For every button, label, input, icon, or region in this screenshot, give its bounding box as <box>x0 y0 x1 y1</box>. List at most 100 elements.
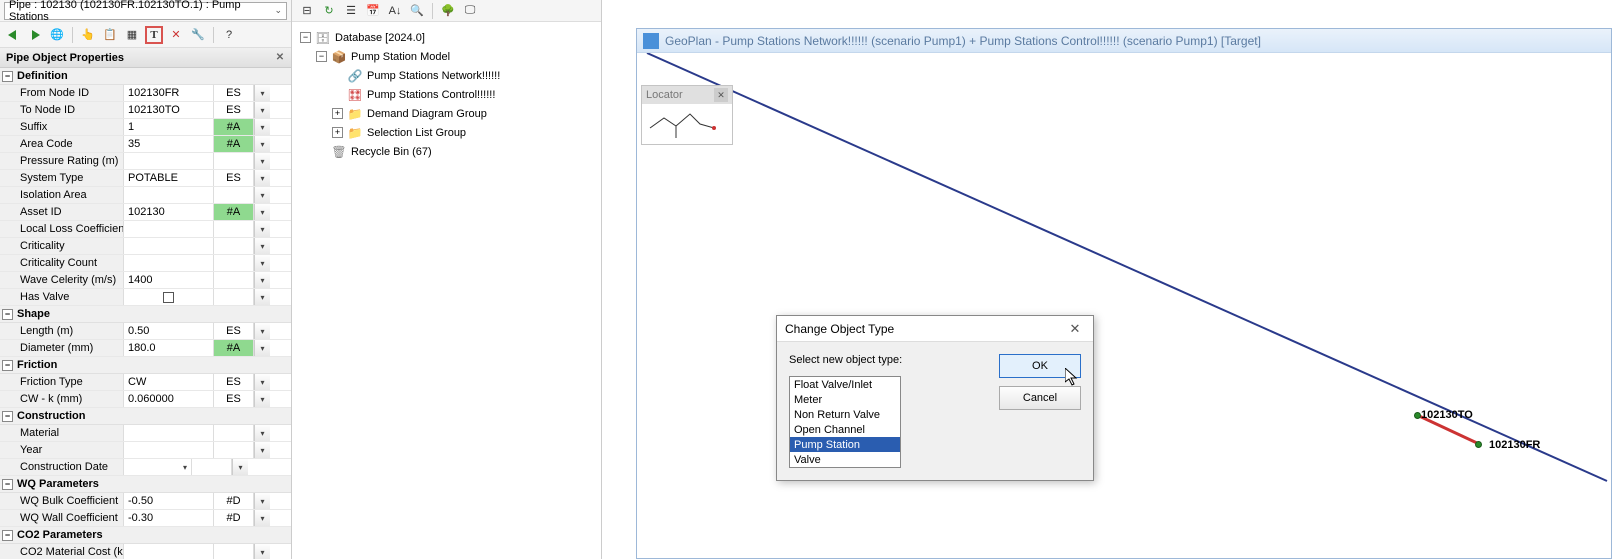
chevron-down-icon[interactable]: ▾ <box>254 187 270 203</box>
property-row[interactable]: To Node ID102130TOES▾ <box>0 102 291 119</box>
property-row[interactable]: CO2 Material Cost (k▾ <box>0 544 291 559</box>
property-value[interactable]: 102130 <box>124 204 214 220</box>
listbox-item[interactable]: Float Valve/Inlet <box>790 377 900 392</box>
property-flag[interactable]: #D <box>214 510 254 526</box>
property-flag[interactable]: #A <box>214 340 254 356</box>
property-value[interactable] <box>124 187 214 203</box>
listbox-item[interactable]: Non Return Valve <box>790 407 900 422</box>
property-value[interactable] <box>124 221 214 237</box>
node-to-dot[interactable] <box>1414 412 1421 419</box>
chevron-down-icon[interactable]: ▾ <box>254 204 270 220</box>
chevron-down-icon[interactable]: ▾ <box>254 102 270 118</box>
tree-item[interactable]: 🔗Pump Stations Network!!!!!! <box>296 66 597 85</box>
geoplan-canvas[interactable]: 102130TO 102130FR Locator ✕ <box>637 53 1611 558</box>
tree-item[interactable]: −📦Pump Station Model <box>296 47 597 66</box>
find-icon[interactable]: 🔍 <box>408 2 426 20</box>
property-flag[interactable]: #A <box>214 119 254 135</box>
nav-forward-icon[interactable] <box>26 26 44 44</box>
property-value[interactable]: CW <box>124 374 214 390</box>
property-flag[interactable] <box>214 442 254 458</box>
chevron-down-icon[interactable]: ▾ <box>254 85 270 101</box>
refresh-icon[interactable]: ↻ <box>320 2 338 20</box>
property-flag[interactable] <box>214 425 254 441</box>
property-value[interactable] <box>124 255 214 271</box>
model-tree[interactable]: −🗄Database [2024.0]−📦Pump Station Model🔗… <box>292 22 601 167</box>
property-row[interactable]: WQ Wall Coefficient-0.30#D▾ <box>0 510 291 527</box>
property-row[interactable]: Area Code35#A▾ <box>0 136 291 153</box>
property-row[interactable]: Material▾ <box>0 425 291 442</box>
property-value[interactable]: 0.060000 <box>124 391 214 407</box>
window-icon[interactable]: 🖵 <box>461 2 479 20</box>
group-header[interactable]: −CO2 Parameters <box>0 527 291 544</box>
property-value[interactable] <box>124 442 214 458</box>
property-flag[interactable]: ES <box>214 374 254 390</box>
property-value[interactable]: -0.50 <box>124 493 214 509</box>
property-row[interactable]: Friction TypeCWES▾ <box>0 374 291 391</box>
tree-item[interactable]: 🗑Recycle Bin (67) <box>296 142 597 161</box>
property-value[interactable]: 102130FR <box>124 85 214 101</box>
type-change-button[interactable]: T <box>145 26 163 44</box>
chevron-down-icon[interactable]: ▾ <box>183 463 187 472</box>
property-value[interactable]: 1400 <box>124 272 214 288</box>
property-flag[interactable] <box>214 272 254 288</box>
grid-icon[interactable]: ▦ <box>123 26 141 44</box>
property-value[interactable] <box>124 289 214 305</box>
paste-icon[interactable]: 📋 <box>101 26 119 44</box>
help-icon[interactable]: ? <box>220 26 238 44</box>
locator-close-icon[interactable]: ✕ <box>714 88 728 102</box>
dialog-title-bar[interactable]: Change Object Type ✕ <box>777 316 1093 342</box>
property-flag[interactable] <box>214 238 254 254</box>
listbox-item[interactable]: Meter <box>790 392 900 407</box>
pointer-icon[interactable]: 👆 <box>79 26 97 44</box>
group-header[interactable]: −Definition <box>0 68 291 85</box>
chevron-down-icon[interactable]: ▾ <box>254 374 270 390</box>
property-value[interactable] <box>124 425 214 441</box>
property-row[interactable]: Year▾ <box>0 442 291 459</box>
property-grid[interactable]: −DefinitionFrom Node ID102130FRES▾To Nod… <box>0 68 291 559</box>
chevron-down-icon[interactable]: ▾ <box>254 340 270 356</box>
chevron-down-icon[interactable]: ▾ <box>254 425 270 441</box>
property-value[interactable]: 0.50 <box>124 323 214 339</box>
property-row[interactable]: CW - k (mm)0.060000ES▾ <box>0 391 291 408</box>
expand-icon[interactable]: + <box>332 127 343 138</box>
chevron-down-icon[interactable]: ▾ <box>254 442 270 458</box>
node-fr-dot[interactable] <box>1475 441 1482 448</box>
chevron-down-icon[interactable]: ▾ <box>254 153 270 169</box>
property-flag[interactable] <box>214 153 254 169</box>
property-row[interactable]: Local Loss Coefficien▾ <box>0 221 291 238</box>
locator-window[interactable]: Locator ✕ <box>641 85 733 145</box>
property-row[interactable]: System TypePOTABLEES▾ <box>0 170 291 187</box>
property-value[interactable]: 35 <box>124 136 214 152</box>
wrench-icon[interactable]: 🔧 <box>189 26 207 44</box>
property-row[interactable]: Asset ID102130#A▾ <box>0 204 291 221</box>
chevron-down-icon[interactable]: ▾ <box>254 493 270 509</box>
property-row[interactable]: From Node ID102130FRES▾ <box>0 85 291 102</box>
property-row[interactable]: Criticality▾ <box>0 238 291 255</box>
chevron-down-icon[interactable]: ▾ <box>254 119 270 135</box>
locator-minimap[interactable] <box>642 104 732 144</box>
listbox-item[interactable]: Pump Station <box>790 437 900 452</box>
chevron-down-icon[interactable]: ▾ <box>254 221 270 237</box>
tree-item[interactable]: 🎛Pump Stations Control!!!!!! <box>296 85 597 104</box>
group-header[interactable]: −Construction <box>0 408 291 425</box>
collapse-icon[interactable]: ⊟ <box>298 2 316 20</box>
property-flag[interactable]: #A <box>214 204 254 220</box>
property-flag[interactable] <box>214 221 254 237</box>
checkbox-icon[interactable] <box>163 292 174 303</box>
property-row[interactable]: Length (m)0.50ES▾ <box>0 323 291 340</box>
collapse-icon[interactable]: − <box>316 51 327 62</box>
chevron-down-icon[interactable]: ▾ <box>254 136 270 152</box>
property-flag[interactable] <box>214 544 254 559</box>
tree-item[interactable]: −🗄Database [2024.0] <box>296 28 597 47</box>
listbox-item[interactable]: Open Channel <box>790 422 900 437</box>
object-type-listbox[interactable]: Float Valve/InletMeterNon Return ValveOp… <box>789 376 901 468</box>
chevron-down-icon[interactable]: ▾ <box>254 510 270 526</box>
property-value[interactable]: 180.0 <box>124 340 214 356</box>
tree-icon[interactable]: 🌳 <box>439 2 457 20</box>
object-selector-dropdown[interactable]: Pipe : 102130 (102130FR.102130TO.1) : Pu… <box>4 2 287 20</box>
sort-icon[interactable]: A↓ <box>386 2 404 20</box>
group-header[interactable]: −Friction <box>0 357 291 374</box>
property-value[interactable]: -0.30 <box>124 510 214 526</box>
chevron-down-icon[interactable]: ▾ <box>254 323 270 339</box>
property-flag[interactable]: ES <box>214 170 254 186</box>
